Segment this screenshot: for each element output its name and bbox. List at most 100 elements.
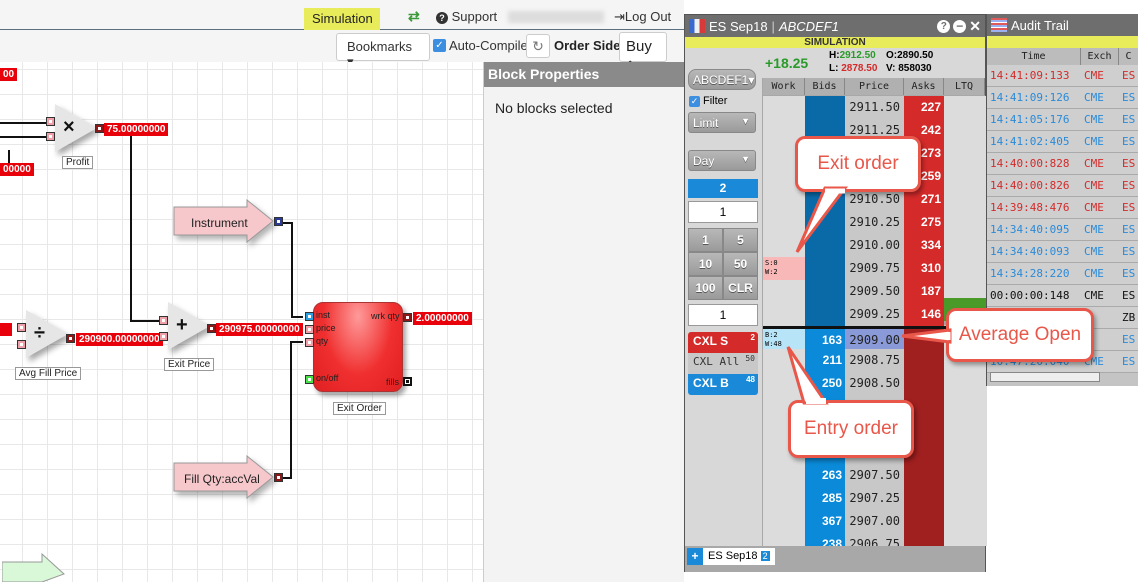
price-cell[interactable]: 2908.50 xyxy=(845,372,904,395)
order-type-select[interactable]: Limit ▼ xyxy=(688,112,756,133)
audit-row[interactable]: 14:40:00:826 CME ES xyxy=(987,175,1138,197)
algo-canvas[interactable]: 00 00000 × 75.00000000 Profit ÷ 290900.0… xyxy=(0,62,483,582)
bid-cell[interactable] xyxy=(805,257,845,280)
ltq-cell[interactable] xyxy=(944,441,987,464)
on-off-port[interactable] xyxy=(305,375,314,384)
audit-row[interactable]: 14:40:00:828 CME ES xyxy=(987,153,1138,175)
ladder-row[interactable]: 367 2907.00 xyxy=(763,510,987,533)
input-port[interactable] xyxy=(17,340,26,349)
ask-cell[interactable] xyxy=(904,510,944,533)
audit-scrollbar[interactable] xyxy=(990,372,1100,382)
ladder-row[interactable]: 263 2907.50 xyxy=(763,464,987,487)
ltq-cell[interactable] xyxy=(944,464,987,487)
ladder-row[interactable]: 238 2906.75 xyxy=(763,533,987,546)
qty-button[interactable]: 100 xyxy=(688,276,723,300)
divide-block[interactable]: ÷ xyxy=(26,310,68,358)
wrk-qty-port[interactable] xyxy=(403,313,412,322)
work-cell[interactable] xyxy=(763,303,805,326)
output-port[interactable] xyxy=(95,124,104,133)
account-select[interactable]: ABCDEF1▾ xyxy=(688,69,756,90)
price-cell[interactable]: 2907.50 xyxy=(845,464,904,487)
ltq-cell[interactable] xyxy=(944,188,987,211)
output-port[interactable] xyxy=(207,324,216,333)
input-port[interactable] xyxy=(159,316,168,325)
bid-cell[interactable] xyxy=(805,303,845,326)
ltq-cell[interactable] xyxy=(944,96,987,119)
ask-cell[interactable] xyxy=(904,487,944,510)
close-icon[interactable]: ✕ xyxy=(969,19,981,33)
output-port[interactable] xyxy=(66,334,75,343)
qty-button[interactable]: 10 xyxy=(688,252,723,276)
inst-port[interactable] xyxy=(305,312,314,321)
qty-button[interactable]: 1 xyxy=(688,228,723,252)
qty-input-2[interactable]: 1 xyxy=(688,304,758,326)
ltq-cell[interactable] xyxy=(944,533,987,546)
ladder-title-bar[interactable]: ES Sep18 | ABCDEF1 ? − ✕ xyxy=(685,15,985,37)
bookmarks-dropdown[interactable]: Bookmarks ▾ xyxy=(336,33,430,69)
work-cell[interactable] xyxy=(763,487,805,510)
ltq-cell[interactable] xyxy=(944,211,987,234)
ltq-cell[interactable] xyxy=(944,234,987,257)
filter-checkbox[interactable]: ✓ Filter xyxy=(689,95,727,107)
work-cell[interactable] xyxy=(763,280,805,303)
cancel-buy-button[interactable]: CXL B 48 xyxy=(688,374,758,395)
auto-compile-checkbox[interactable]: ✓ Auto-Compile xyxy=(433,38,528,53)
ask-cell[interactable]: 275 xyxy=(904,211,944,234)
audit-row[interactable]: 14:39:48:476 CME ES xyxy=(987,197,1138,219)
tab-es-sep18[interactable]: ES Sep18 2 xyxy=(703,548,775,565)
qty-button[interactable]: 5 xyxy=(723,228,758,252)
ltq-cell[interactable] xyxy=(944,165,987,188)
work-cell[interactable] xyxy=(763,96,805,119)
ltq-cell[interactable] xyxy=(944,372,987,395)
audit-row[interactable]: 14:41:05:176 CME ES xyxy=(987,109,1138,131)
work-cell[interactable] xyxy=(763,533,805,546)
bid-cell[interactable]: 263 xyxy=(805,464,845,487)
partial-block[interactable] xyxy=(2,552,66,582)
audit-row[interactable]: 14:41:09:133 CME ES xyxy=(987,65,1138,87)
price-port[interactable] xyxy=(305,325,314,334)
price-cell[interactable]: 2909.25 xyxy=(845,303,904,326)
audit-row[interactable]: 00:00:00:148 CME ES xyxy=(987,285,1138,307)
price-cell[interactable]: 2911.50 xyxy=(845,96,904,119)
ask-cell[interactable]: 146 xyxy=(904,303,944,326)
tif-select[interactable]: Day ▼ xyxy=(688,150,756,171)
work-cell[interactable] xyxy=(763,510,805,533)
logout-link[interactable]: ⇥Log Out xyxy=(614,9,671,25)
multiply-block[interactable]: × xyxy=(55,104,97,152)
price-cell[interactable]: 2908.75 xyxy=(845,349,904,372)
ladder-row[interactable]: 2911.50 227 xyxy=(763,96,987,119)
ask-cell[interactable]: 227 xyxy=(904,96,944,119)
price-cell[interactable]: 2906.75 xyxy=(845,533,904,546)
input-port[interactable] xyxy=(17,323,26,332)
ask-cell[interactable]: 310 xyxy=(904,257,944,280)
bid-cell[interactable]: 367 xyxy=(805,510,845,533)
instrument-output-port[interactable] xyxy=(274,217,283,226)
price-cell[interactable]: 2907.25 xyxy=(845,487,904,510)
add-block[interactable]: + xyxy=(168,302,210,350)
ladder-row[interactable]: S:0 W:2 2909.75 310 xyxy=(763,257,987,280)
price-cell[interactable]: 2907.00 xyxy=(845,510,904,533)
work-cell[interactable] xyxy=(763,464,805,487)
audit-row[interactable]: 14:41:02:405 CME ES xyxy=(987,131,1138,153)
ask-cell[interactable] xyxy=(904,349,944,372)
work-cell[interactable]: S:0 W:2 xyxy=(763,257,805,280)
audit-title-bar[interactable]: Audit Trail xyxy=(987,14,1138,36)
ltq-cell[interactable] xyxy=(944,142,987,165)
ltq-cell[interactable] xyxy=(944,119,987,142)
help-icon[interactable]: ? xyxy=(937,19,951,33)
ltq-cell[interactable] xyxy=(944,395,987,418)
ltq-cell[interactable] xyxy=(944,487,987,510)
bid-cell[interactable] xyxy=(805,280,845,303)
simulation-mode-dropdown[interactable]: Simulation ▾ xyxy=(304,8,380,41)
bid-cell[interactable] xyxy=(805,96,845,119)
ask-cell[interactable] xyxy=(904,372,944,395)
input-port[interactable] xyxy=(159,332,168,341)
order-side-select[interactable]: Buy ⇕ xyxy=(619,32,667,71)
fill-qty-output-port[interactable] xyxy=(274,473,283,482)
cancel-all-button[interactable]: CXL All 50 xyxy=(688,353,758,374)
qty-button[interactable]: 50 xyxy=(723,252,758,276)
ask-cell[interactable]: 187 xyxy=(904,280,944,303)
bid-cell[interactable]: 285 xyxy=(805,487,845,510)
refresh-button[interactable]: ↻ xyxy=(526,34,550,58)
price-cell[interactable]: 2909.50 xyxy=(845,280,904,303)
